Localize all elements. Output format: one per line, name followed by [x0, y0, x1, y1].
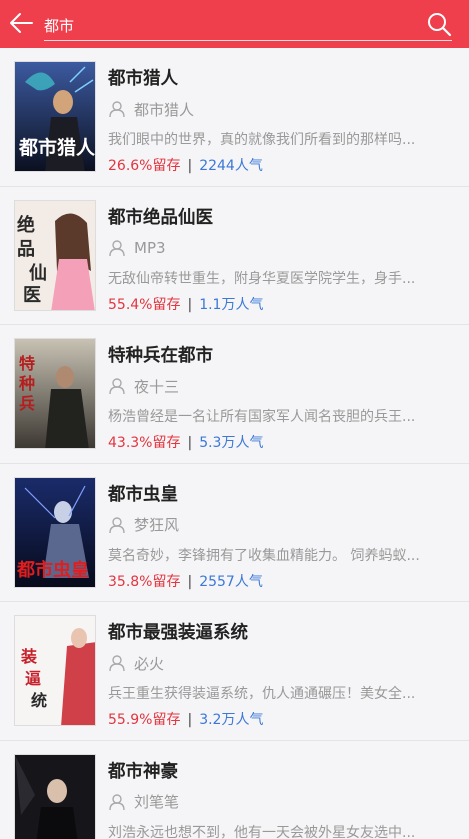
- popularity-count: 3.2万人气: [199, 712, 264, 728]
- book-title[interactable]: 都市最强装逼系统: [108, 619, 248, 644]
- book-author: 必火: [108, 652, 164, 674]
- svg-text:医: 医: [23, 285, 41, 306]
- book-title[interactable]: 都市神豪: [108, 758, 178, 783]
- search-input[interactable]: 都市: [44, 10, 452, 41]
- book-title[interactable]: 特种兵在都市: [108, 342, 213, 367]
- book-stats: 43.3%留存 | 5.3万人气: [108, 432, 263, 452]
- separator: |: [187, 296, 193, 313]
- book-title[interactable]: 都市绝品仙医: [108, 204, 213, 229]
- separator: |: [187, 158, 193, 174]
- book-stats: 35.8%留存 | 2557人气: [108, 571, 263, 591]
- arrow-left-icon[interactable]: [6, 8, 36, 38]
- book-author: 夜十三: [108, 375, 179, 397]
- popularity-count: 2244人气: [199, 158, 263, 174]
- search-icon[interactable]: [426, 11, 452, 37]
- popularity-count: 2557人气: [199, 573, 263, 590]
- book-author: 梦狂风: [108, 514, 179, 536]
- svg-text:种: 种: [18, 374, 35, 393]
- book-description: 刘浩永远也想不到，他有一天会被外星女友选中...: [108, 824, 416, 839]
- list-item[interactable]: 都市虫皇 都市虫皇 梦狂风 莫名奇妙，李锋拥有了收集血精能力。 饲养蚂蚁... …: [0, 463, 469, 602]
- popularity-count: 5.3万人气: [199, 435, 264, 451]
- list-item[interactable]: 都市神豪 刘笔笔 刘浩永远也想不到，他有一天会被外星女友选中...: [0, 740, 469, 839]
- book-author-name: 必火: [134, 654, 165, 673]
- book-author: 刘笔笔: [108, 791, 179, 813]
- book-author: MP3: [108, 237, 166, 259]
- book-cover-image[interactable]: 绝 品 仙 医: [14, 199, 96, 311]
- user-icon: [109, 655, 125, 672]
- svg-text:统: 统: [31, 691, 47, 710]
- list-item[interactable]: 都市猎人 都市猎人 都市猎人 我们眼中的世界，真的就像我们所看到的那样吗... …: [0, 48, 469, 187]
- book-cover-image[interactable]: 装 逼 统: [14, 615, 96, 726]
- user-icon: [109, 793, 125, 810]
- separator: |: [187, 435, 193, 451]
- book-author-name: 刘笔笔: [134, 793, 180, 811]
- svg-text:逼: 逼: [25, 669, 41, 688]
- book-author-name: 梦狂风: [134, 516, 180, 534]
- book-author: 都市猎人: [108, 98, 194, 120]
- book-description: 我们眼中的世界，真的就像我们所看到的那样吗...: [108, 132, 416, 148]
- book-description: 杨浩曾经是一名让所有国家军人闻名丧胆的兵王...: [108, 409, 416, 425]
- retention-rate: 43.3%留存: [108, 435, 181, 451]
- svg-text:绝: 绝: [17, 214, 35, 236]
- book-description: 兵王重生获得装逼系统，仇人通通碾压！美女全...: [108, 686, 416, 702]
- separator: |: [187, 573, 193, 590]
- svg-text:都市猎人: 都市猎人: [18, 136, 96, 159]
- retention-rate: 35.8%留存: [108, 573, 181, 590]
- book-title[interactable]: 都市虫皇: [108, 481, 178, 506]
- svg-text:兵: 兵: [19, 394, 35, 413]
- book-description: 莫名奇妙，李锋拥有了收集血精能力。 饲养蚂蚁...: [108, 547, 420, 564]
- book-stats: 26.6%留存 | 2244人气: [108, 155, 263, 175]
- retention-rate: 55.4%留存: [108, 296, 181, 313]
- book-author-name: 都市猎人: [134, 100, 195, 119]
- top-bar: 都市: [0, 0, 469, 48]
- user-icon: [109, 101, 125, 118]
- user-icon: [109, 239, 125, 256]
- svg-text:仙: 仙: [29, 262, 47, 284]
- list-item[interactable]: 装 逼 统 都市最强装逼系统 必火 兵王重生获得装逼系统，仇人通通碾压！美女全.…: [0, 602, 469, 741]
- user-icon: [109, 516, 125, 533]
- list-item[interactable]: 绝 品 仙 医 都市绝品仙医 MP3 无敌仙帝转世重生，附身华夏医学院学生，身手…: [0, 186, 469, 325]
- book-title[interactable]: 都市猎人: [108, 65, 178, 90]
- user-icon: [109, 378, 125, 395]
- retention-rate: 55.9%留存: [108, 712, 181, 728]
- popularity-count: 1.1万人气: [199, 296, 264, 313]
- book-author-name: 夜十三: [134, 377, 180, 396]
- retention-rate: 26.6%留存: [108, 158, 181, 174]
- book-stats: 55.9%留存 | 3.2万人气: [108, 709, 263, 729]
- book-author-name: MP3: [134, 238, 166, 257]
- list-item[interactable]: 特 种 兵 特种兵在都市 夜十三 杨浩曾经是一名让所有国家军人闻名丧胆的兵王..…: [0, 325, 469, 464]
- separator: |: [187, 712, 193, 728]
- book-cover-image[interactable]: 都市猎人: [14, 61, 96, 172]
- book-cover-image[interactable]: 特 种 兵: [14, 338, 96, 449]
- search-input-value[interactable]: 都市: [44, 15, 74, 36]
- svg-text:都市虫皇: 都市虫皇: [16, 559, 89, 581]
- book-list: 都市猎人 都市猎人 都市猎人 我们眼中的世界，真的就像我们所看到的那样吗... …: [0, 48, 469, 839]
- book-description: 无敌仙帝转世重生，附身华夏医学院学生，身手...: [108, 270, 416, 287]
- book-stats: 55.4%留存 | 1.1万人气: [108, 294, 263, 314]
- svg-text:装: 装: [20, 647, 37, 666]
- svg-text:品: 品: [17, 239, 35, 260]
- svg-text:特: 特: [19, 354, 35, 373]
- book-cover-image[interactable]: 都市虫皇: [14, 476, 96, 588]
- book-cover-image[interactable]: [14, 753, 96, 839]
